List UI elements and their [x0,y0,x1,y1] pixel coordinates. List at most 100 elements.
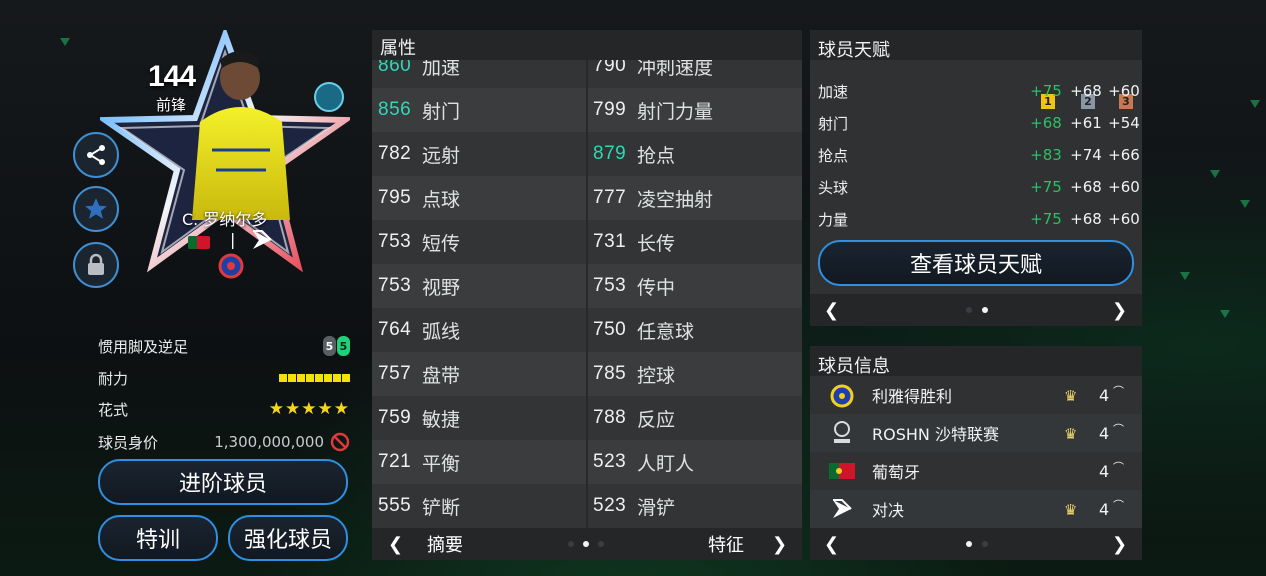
attribute-name: 抢点 [637,144,676,167]
attributes-prev-button[interactable]: ❮ [388,534,403,555]
attribute-cell-left: 555 铲断 [378,484,460,528]
attribute-cell-left: 764 弧线 [378,308,460,352]
player-info-level: 4 [1099,461,1110,481]
attribute-value: 753 [378,275,412,296]
attribute-name: 滑铲 [637,496,676,519]
talent-tier1-value: +75 [1030,210,1062,228]
star-card-frame [100,30,350,273]
attribute-value: 523 [593,495,627,516]
attribute-cell-left: 753 短传 [378,220,460,264]
talent-row: 加速 +75 +68 +60 [810,75,1142,107]
advance-player-button[interactable]: 进阶球员 [98,459,348,505]
player-info-row[interactable]: 对决 ♛ 4 ⌒ [810,490,1142,528]
player-card[interactable]: 144 前锋 C. 罗纳尔多 | [100,30,350,280]
talent-tier1-value: +83 [1030,146,1062,164]
al-nassr-badge-icon [828,381,856,409]
stamina-bar [279,374,350,382]
talent-tier2-value: +74 [1070,146,1102,164]
player-info-name: 对决 [872,501,905,520]
attributes-title: 属性 [380,38,416,59]
player-value: 1,300,000,000 [214,433,324,451]
weak-foot-badges: 5 5 [323,336,350,356]
skill-moves-label: 花式 [98,400,129,419]
attribute-cell-right: 799 射门力量 [593,88,713,132]
talent-attribute-name: 头球 [818,178,849,197]
attribute-value: 790 [593,60,627,76]
weak-foot-left: 5 [323,336,336,356]
pager-dot [598,541,604,547]
attribute-value: 757 [378,363,412,384]
player-info-row[interactable]: 葡萄牙 4 ⌒ [810,452,1142,490]
talent-prev-button[interactable]: ❮ [824,300,839,321]
attribute-value: 799 [593,99,627,120]
training-button[interactable]: 特训 [98,515,218,561]
attribute-name: 加速 [422,60,461,79]
attribute-value: 785 [593,363,627,384]
weak-foot-row: 惯用脚及逆足 5 5 [98,334,350,358]
attribute-value: 860 [378,60,412,76]
player-info-name: ROSHN 沙特联赛 [872,425,999,444]
talent-next-button[interactable]: ❯ [1112,300,1127,321]
attribute-cell-right: 785 控球 [593,352,675,396]
view-talent-button[interactable]: 查看球员天赋 [818,240,1134,286]
not-tradable-icon [330,432,350,452]
weak-foot-label: 惯用脚及逆足 [98,337,189,356]
level-arc-icon: ⌒ [1113,385,1124,398]
pager-dot-active [966,541,972,547]
player-info-next-button[interactable]: ❯ [1112,534,1127,555]
attribute-value: 555 [378,495,412,516]
attribute-name: 平衡 [422,452,461,475]
jersey-icon[interactable] [314,82,344,112]
crown-icon: ♛ [1064,387,1078,405]
talent-tier2-value: +68 [1070,82,1102,100]
player-name: C. 罗纳尔多 [182,210,268,229]
attribute-value: 782 [378,143,412,164]
talent-row: 力量 +75 +68 +60 [810,203,1142,235]
share-button[interactable] [73,132,119,178]
attribute-cell-left: 795 点球 [378,176,460,220]
talent-row: 射门 +68 +61 +54 [810,107,1142,139]
attribute-cell-left: 782 远射 [378,132,460,176]
club-badge-icon [218,253,244,279]
star-icon [85,198,107,219]
stamina-segment [306,374,314,382]
attribute-cell-left: 856 射门 [378,88,460,132]
attribute-value: 750 [593,319,627,340]
attribute-name: 凌空抽射 [637,188,714,211]
attribute-name: 视野 [422,276,461,299]
player-info-row[interactable]: 利雅得胜利 ♛ 4 ⌒ [810,376,1142,414]
attribute-cell-right: 790 冲刺速度 [593,60,713,88]
enhance-player-button[interactable]: 强化球员 [228,515,348,561]
attribute-cell-left: 860 加速 [378,60,460,88]
stamina-row: 耐力 [98,366,350,390]
player-info-name: 利雅得胜利 [872,387,953,406]
player-info-row[interactable]: ROSHN 沙特联赛 ♛ 4 ⌒ [810,414,1142,452]
attribute-name: 射门力量 [637,100,714,123]
talent-row: 抢点 +83 +74 +66 [810,139,1142,171]
player-info-prev-button[interactable]: ❮ [824,534,839,555]
skill-stars: ★★★★★ [268,399,350,419]
crown-icon: ♛ [1064,501,1078,519]
attributes-next-button[interactable]: ❯ [772,534,787,555]
attribute-value: 731 [593,231,627,252]
stamina-segment [288,374,296,382]
background-decoration [1180,272,1190,280]
talent-attribute-name: 抢点 [818,146,849,165]
attribute-cell-left: 759 敏捷 [378,396,460,440]
traits-tab[interactable]: 特征 [708,531,744,557]
player-value-row: 球员身价 1,300,000,000 [98,430,350,454]
lock-button[interactable] [73,242,119,288]
share-icon [87,145,105,165]
attribute-name: 任意球 [637,320,695,343]
attribute-value: 523 [593,451,627,472]
card-separator: | [230,230,236,249]
attribute-name: 射门 [422,100,461,123]
stamina-segment [324,374,332,382]
attribute-name: 盘带 [422,364,461,387]
attribute-name: 反应 [637,408,676,431]
favorite-button[interactable] [73,186,119,232]
attribute-cell-right: 788 反应 [593,396,675,440]
summary-tab[interactable]: 摘要 [427,531,463,557]
talent-tier1-value: +68 [1030,114,1062,132]
player-info-level: 4 [1099,423,1110,443]
